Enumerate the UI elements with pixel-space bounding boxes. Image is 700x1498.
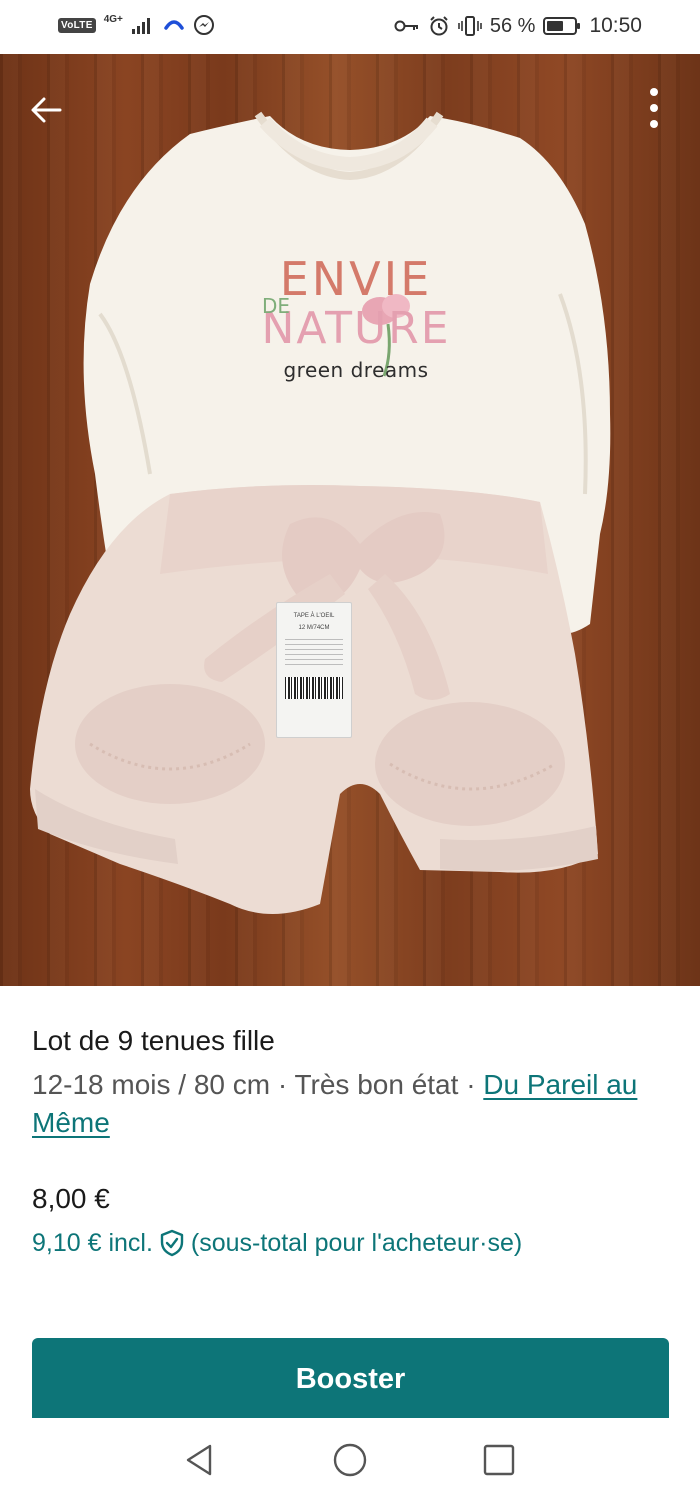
battery-icon [543,17,581,35]
triangle-back-icon[interactable] [180,1440,220,1480]
status-right: 56 % 10:50 [394,14,642,38]
buyer-protection-price[interactable]: 9,10 € incl. (sous-total pour l'acheteur… [32,1226,672,1260]
network-type: 4G+ [103,13,123,25]
tag-brand: TAPE À L'OEIL [293,613,335,619]
tag-size: 12 M/74CM [298,625,330,631]
tag-text-lines [285,639,343,669]
status-left: VoLTE 4G+ [58,14,215,36]
listing-title: Lot de 9 tenues fille [32,1025,275,1056]
price-incl: 9,10 € incl. [32,1229,153,1257]
print-de: DE [262,294,291,318]
messenger-icon [193,15,214,35]
key-icon [394,20,418,32]
vinted-app-icon [164,20,184,30]
volte-badge: VoLTE [58,17,96,33]
listing-photo-carousel[interactable]: ENVIE DE NATURE green dreams TAPE À L'OE… [0,54,700,986]
clock: 10:50 [589,14,642,37]
circle-home-icon[interactable] [330,1440,370,1480]
alarm-icon [430,16,448,36]
clothing-tag: TAPE À L'OEIL 12 M/74CM [276,602,352,738]
size-condition: 12-18 mois / 80 cm · Très bon état · [32,1069,484,1100]
listing-photo [30,111,611,914]
system-nav-bar [0,1418,700,1498]
print-line-green-dreams: green dreams [283,358,429,382]
shirt-print: ENVIE DE NATURE green dreams [256,254,456,382]
booster-button[interactable]: Booster [32,1338,669,1420]
listing-meta: 12-18 mois / 80 cm · Très bon état · Du … [32,1066,672,1142]
vibrate-icon [458,16,482,36]
square-recent-icon[interactable] [479,1440,519,1480]
signal-icon [131,18,150,34]
listing-price: 8,00 € [32,1183,110,1214]
battery-percent: 56 % [489,14,536,37]
back-arrow-icon[interactable] [24,88,68,132]
status-bar: VoLTE 4G+ 56 % 10:50 [0,0,700,54]
barcode-icon [285,677,343,699]
price-incl-note: (sous-total pour l'acheteur·se) [190,1229,523,1257]
shield-check-icon [160,1229,184,1257]
more-vertical-icon[interactable] [636,84,672,132]
listing-details: Lot de 9 tenues fille 12-18 mois / 80 cm… [32,1022,672,1260]
